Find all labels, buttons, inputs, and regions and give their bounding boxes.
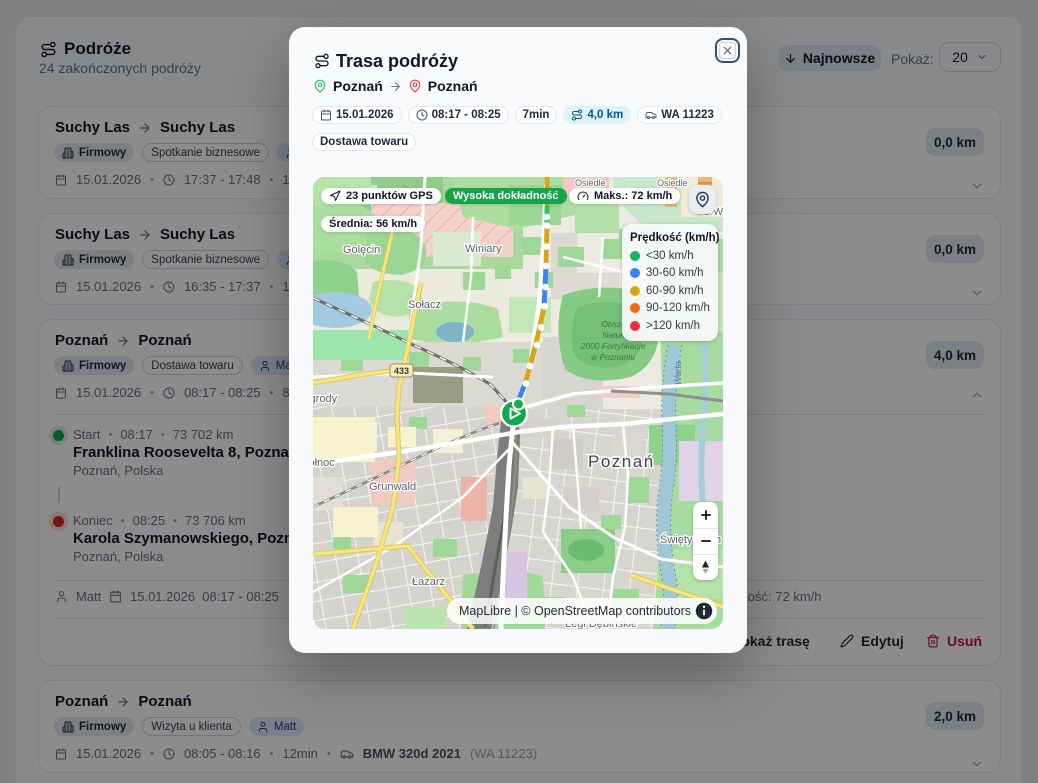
svg-text:w Poznaniu: w Poznaniu bbox=[591, 352, 635, 362]
svg-text:Ogrody: Ogrody bbox=[313, 393, 338, 405]
svg-text:Sołacz: Sołacz bbox=[408, 299, 441, 311]
svg-text:Osiedle: Osiedle bbox=[575, 178, 606, 188]
svg-text:Łazarz: Łazarz bbox=[412, 576, 445, 588]
svg-text:Warta: Warta bbox=[673, 361, 683, 385]
svg-text:433: 433 bbox=[394, 366, 409, 376]
svg-text:Winiary: Winiary bbox=[465, 243, 502, 255]
svg-text:2000 Fortyfikacje: 2000 Fortyfikacje bbox=[580, 341, 646, 351]
svg-text:Golęcin: Golęcin bbox=[343, 244, 380, 256]
svg-text:Grunwald: Grunwald bbox=[369, 481, 416, 493]
svg-text:Poznań: Poznań bbox=[588, 452, 655, 471]
svg-text:Grunwald Północ: Grunwald Północ bbox=[313, 457, 335, 469]
svg-text:Osiedle: Osiedle bbox=[657, 178, 688, 188]
